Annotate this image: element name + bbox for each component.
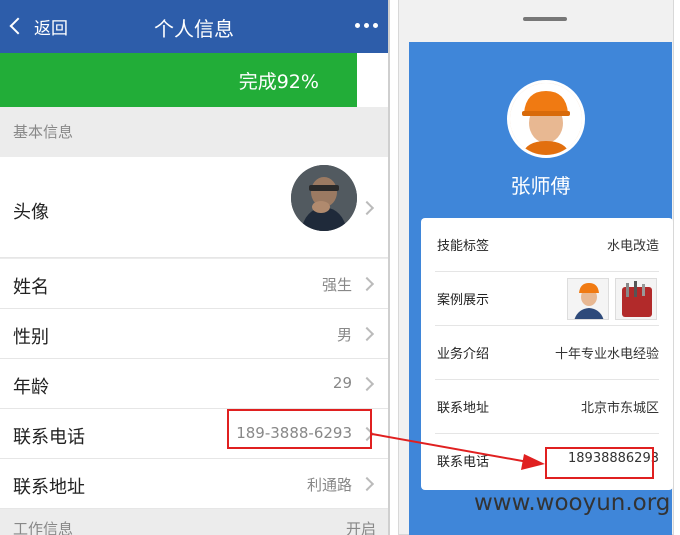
chevron-right-icon	[359, 276, 375, 292]
card-cases-label: 案例展示	[437, 293, 490, 308]
row-address[interactable]: 联系地址 利通路	[0, 459, 388, 509]
row-gender-label: 性别	[13, 327, 49, 348]
card-intro-value: 十年专业水电经验	[554, 347, 659, 362]
row-age-value: 29	[332, 374, 352, 392]
card-row-intro: 业务介绍 十年专业水电经验	[435, 326, 659, 380]
section-work-value: 开启	[345, 520, 376, 535]
chevron-right-icon	[359, 326, 375, 342]
completion-progress-fill: 完成92%	[0, 53, 357, 107]
page-title: 个人信息	[154, 17, 234, 41]
section-work-label: 工作信息	[13, 520, 74, 535]
card-row-address: 联系地址 北京市东城区	[435, 380, 659, 434]
row-age[interactable]: 年龄 29	[0, 359, 388, 409]
row-name[interactable]: 姓名 强生	[0, 259, 388, 309]
personal-info-screen: 返回 个人信息 完成92% 基本信息 头像 姓名 强生 性别 男 年龄 29 联…	[0, 0, 388, 535]
card-phone-label: 联系电话	[437, 455, 490, 470]
card-row-skills: 技能标签 水电改造	[435, 218, 659, 272]
row-name-label: 姓名	[13, 277, 49, 298]
avatar	[291, 165, 357, 231]
card-address-value: 北京市东城区	[580, 401, 659, 416]
row-gender-value: 男	[336, 326, 352, 344]
more-options-icon[interactable]	[355, 23, 378, 28]
highlight-box-left-phone	[227, 409, 372, 449]
row-age-label: 年龄	[13, 377, 49, 398]
case-thumbnail[interactable]	[615, 278, 657, 320]
row-address-value: 利通路	[306, 476, 352, 494]
card-skills-value: 水电改造	[606, 239, 659, 254]
row-address-label: 联系地址	[13, 477, 85, 498]
card-skills-label: 技能标签	[437, 239, 490, 254]
case-thumbnail[interactable]	[567, 278, 609, 320]
card-row-cases[interactable]: 案例展示	[435, 272, 659, 326]
row-phone-label: 联系电话	[13, 427, 85, 448]
card-address-label: 联系地址	[437, 401, 490, 416]
row-name-value: 强生	[321, 276, 352, 294]
watermark: www.wooyun.org	[474, 490, 671, 516]
card-intro-label: 业务介绍	[437, 347, 490, 362]
chevron-right-icon	[359, 476, 375, 492]
completion-progress-bar: 完成92%	[0, 53, 388, 107]
highlight-box-right-phone	[545, 447, 654, 479]
chevron-right-icon	[359, 200, 375, 216]
completion-progress-label: 完成92%	[238, 71, 319, 93]
section-basic-info: 基本信息	[0, 107, 388, 157]
row-avatar[interactable]: 头像	[0, 157, 388, 258]
profile-avatar	[507, 80, 585, 158]
section-work-info[interactable]: 工作信息 开启	[0, 509, 388, 535]
profile-name: 张师傅	[510, 174, 571, 198]
phone-speaker	[523, 17, 567, 21]
header-bar: 返回 个人信息	[0, 0, 388, 53]
row-avatar-label: 头像	[13, 202, 49, 223]
chevron-right-icon	[359, 376, 375, 392]
row-gender[interactable]: 性别 男	[0, 309, 388, 359]
